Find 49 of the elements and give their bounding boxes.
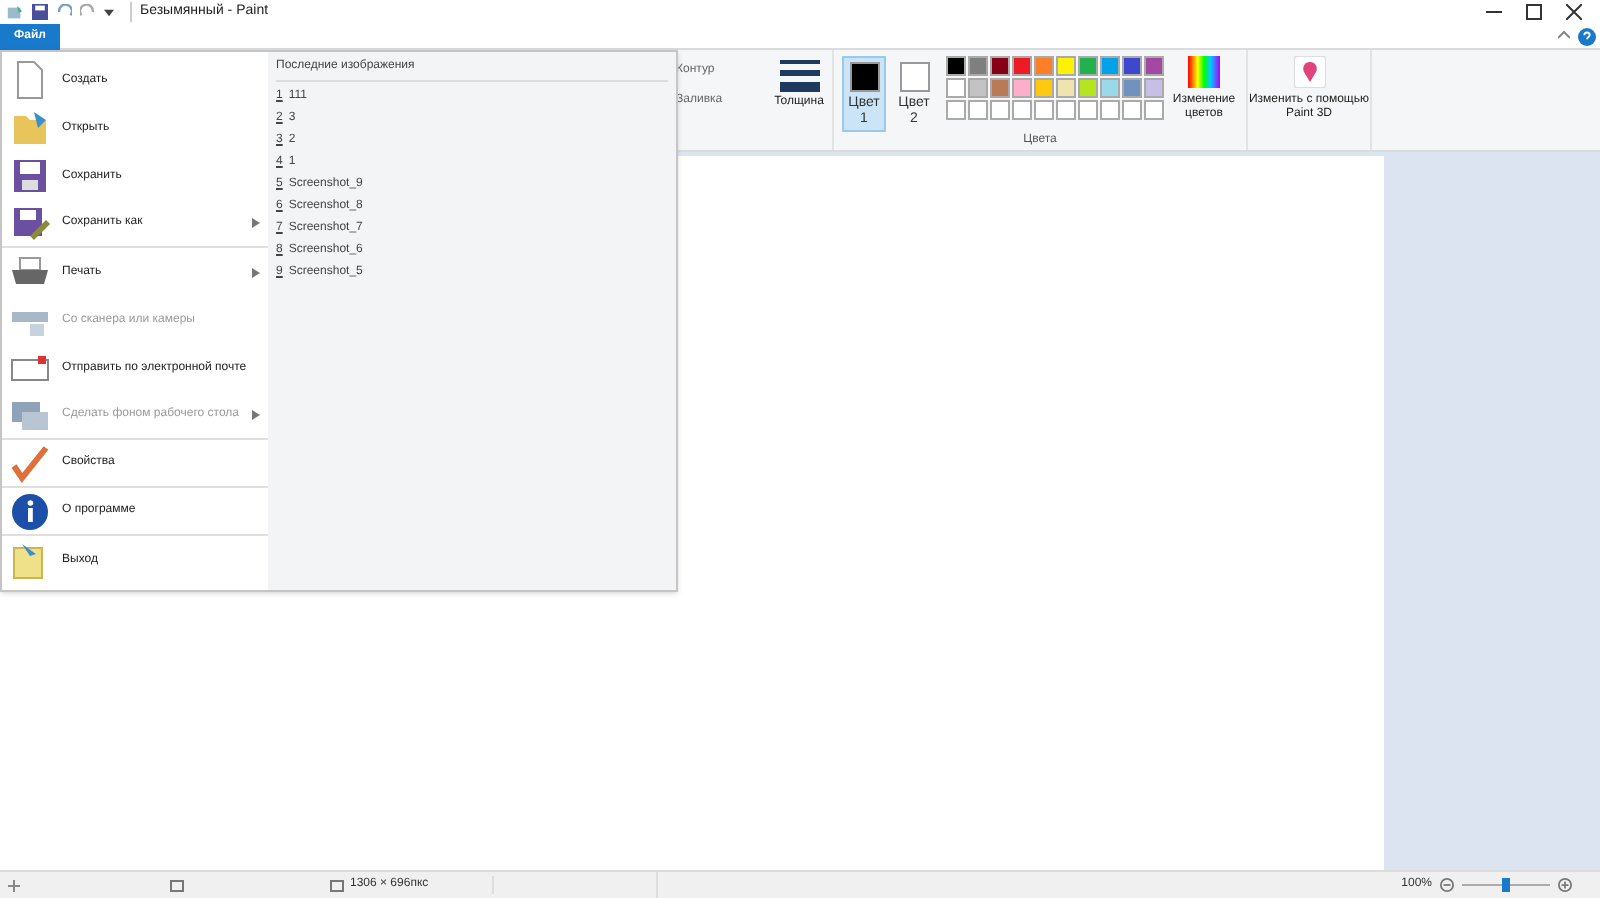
palette-swatch[interactable] bbox=[968, 56, 988, 76]
color-swatch-icon bbox=[899, 62, 929, 92]
redo-icon[interactable] bbox=[80, 4, 96, 20]
palette-swatch[interactable] bbox=[1012, 78, 1032, 98]
palette-swatch[interactable] bbox=[1144, 56, 1164, 76]
close-icon[interactable] bbox=[1566, 4, 1582, 20]
palette-swatch[interactable] bbox=[1100, 78, 1120, 98]
submenu-arrow-icon bbox=[252, 267, 260, 277]
palette-swatch[interactable] bbox=[1100, 56, 1120, 76]
palette-swatch[interactable] bbox=[1034, 56, 1054, 76]
palette-swatch[interactable] bbox=[1122, 56, 1142, 76]
undo-icon[interactable] bbox=[56, 4, 72, 20]
zoom-slider[interactable] bbox=[1462, 878, 1550, 892]
floppy-icon bbox=[10, 156, 50, 196]
checkmark-icon bbox=[10, 443, 50, 483]
canvas-size-icon bbox=[330, 879, 344, 891]
info-icon bbox=[10, 491, 50, 531]
palette-swatch[interactable] bbox=[1056, 56, 1076, 76]
palette-swatch[interactable] bbox=[990, 56, 1010, 76]
color-spectrum-icon bbox=[1188, 56, 1220, 88]
submenu-arrow-icon bbox=[252, 218, 260, 228]
palette-swatch[interactable] bbox=[1144, 78, 1164, 98]
line-thickness-icon bbox=[779, 58, 819, 94]
color-swatch-icon bbox=[849, 62, 879, 92]
help-icon[interactable] bbox=[1578, 27, 1596, 45]
cursor-position-icon bbox=[8, 879, 20, 891]
collapse-ribbon-icon[interactable] bbox=[1558, 30, 1570, 42]
dropdown-icon[interactable] bbox=[104, 7, 114, 17]
palette-swatch[interactable] bbox=[1012, 56, 1032, 76]
palette-swatch[interactable] bbox=[946, 56, 966, 76]
selection-size-icon bbox=[170, 879, 184, 891]
folder-icon bbox=[10, 108, 50, 148]
palette-swatch[interactable] bbox=[946, 78, 966, 98]
palette-swatch[interactable] bbox=[968, 78, 988, 98]
palette-swatch[interactable] bbox=[1078, 78, 1098, 98]
submenu-arrow-icon bbox=[252, 410, 260, 420]
palette-swatch[interactable] bbox=[1122, 78, 1142, 98]
paint3d-icon bbox=[1293, 56, 1325, 88]
palette-swatch[interactable] bbox=[1056, 78, 1076, 98]
palette-swatch[interactable] bbox=[1078, 56, 1098, 76]
floppy-pencil-icon bbox=[10, 203, 50, 243]
palette-swatch[interactable] bbox=[1034, 78, 1054, 98]
zoom-slider-thumb[interactable] bbox=[1502, 878, 1510, 892]
paint-app-icon bbox=[6, 3, 24, 21]
palette-swatch[interactable] bbox=[990, 78, 1010, 98]
zoom-out-icon[interactable] bbox=[1440, 878, 1454, 892]
maximize-icon[interactable] bbox=[1526, 4, 1542, 20]
save-icon[interactable] bbox=[32, 4, 48, 20]
zoom-in-icon[interactable] bbox=[1558, 878, 1572, 892]
